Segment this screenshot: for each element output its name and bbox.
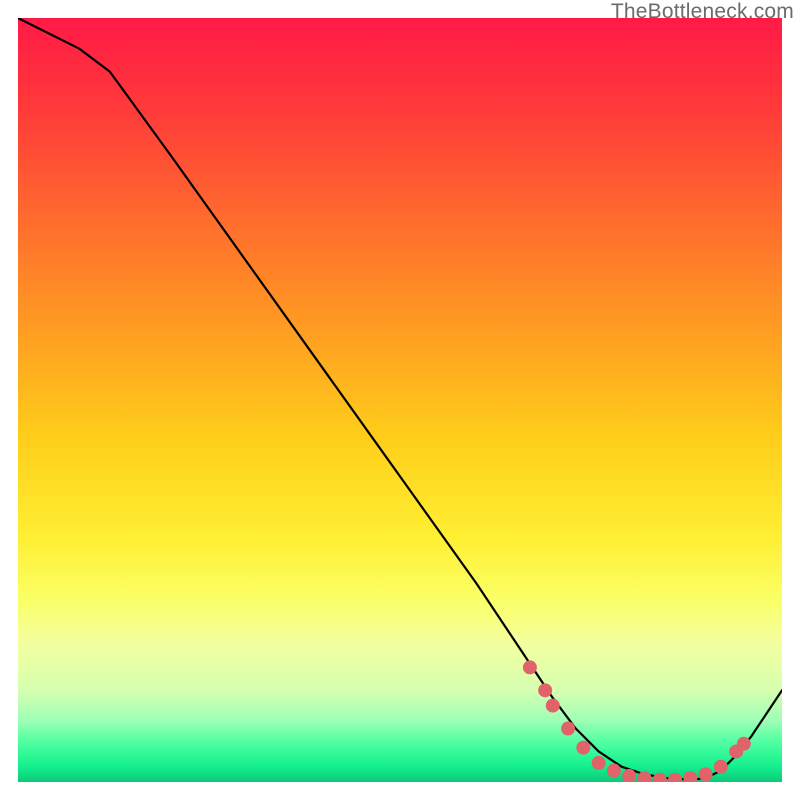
data-point-marker xyxy=(561,722,575,736)
data-point-marker xyxy=(523,660,537,674)
data-point-marker xyxy=(592,756,606,770)
data-point-marker xyxy=(683,771,697,782)
data-point-marker xyxy=(737,737,751,751)
data-point-marker xyxy=(699,767,713,781)
data-point-marker xyxy=(576,741,590,755)
plot-svg xyxy=(18,18,782,782)
data-point-marker xyxy=(538,683,552,697)
data-point-marker xyxy=(714,760,728,774)
data-point-marker xyxy=(653,773,667,782)
data-point-marker xyxy=(607,764,621,778)
marker-layer xyxy=(523,660,751,782)
curve-layer xyxy=(18,18,782,780)
data-point-marker xyxy=(546,699,560,713)
bottleneck-curve-path xyxy=(18,18,782,780)
data-point-marker xyxy=(668,773,682,782)
watermark-text: TheBottleneck.com xyxy=(611,0,794,24)
chart-canvas: TheBottleneck.com xyxy=(0,0,800,800)
